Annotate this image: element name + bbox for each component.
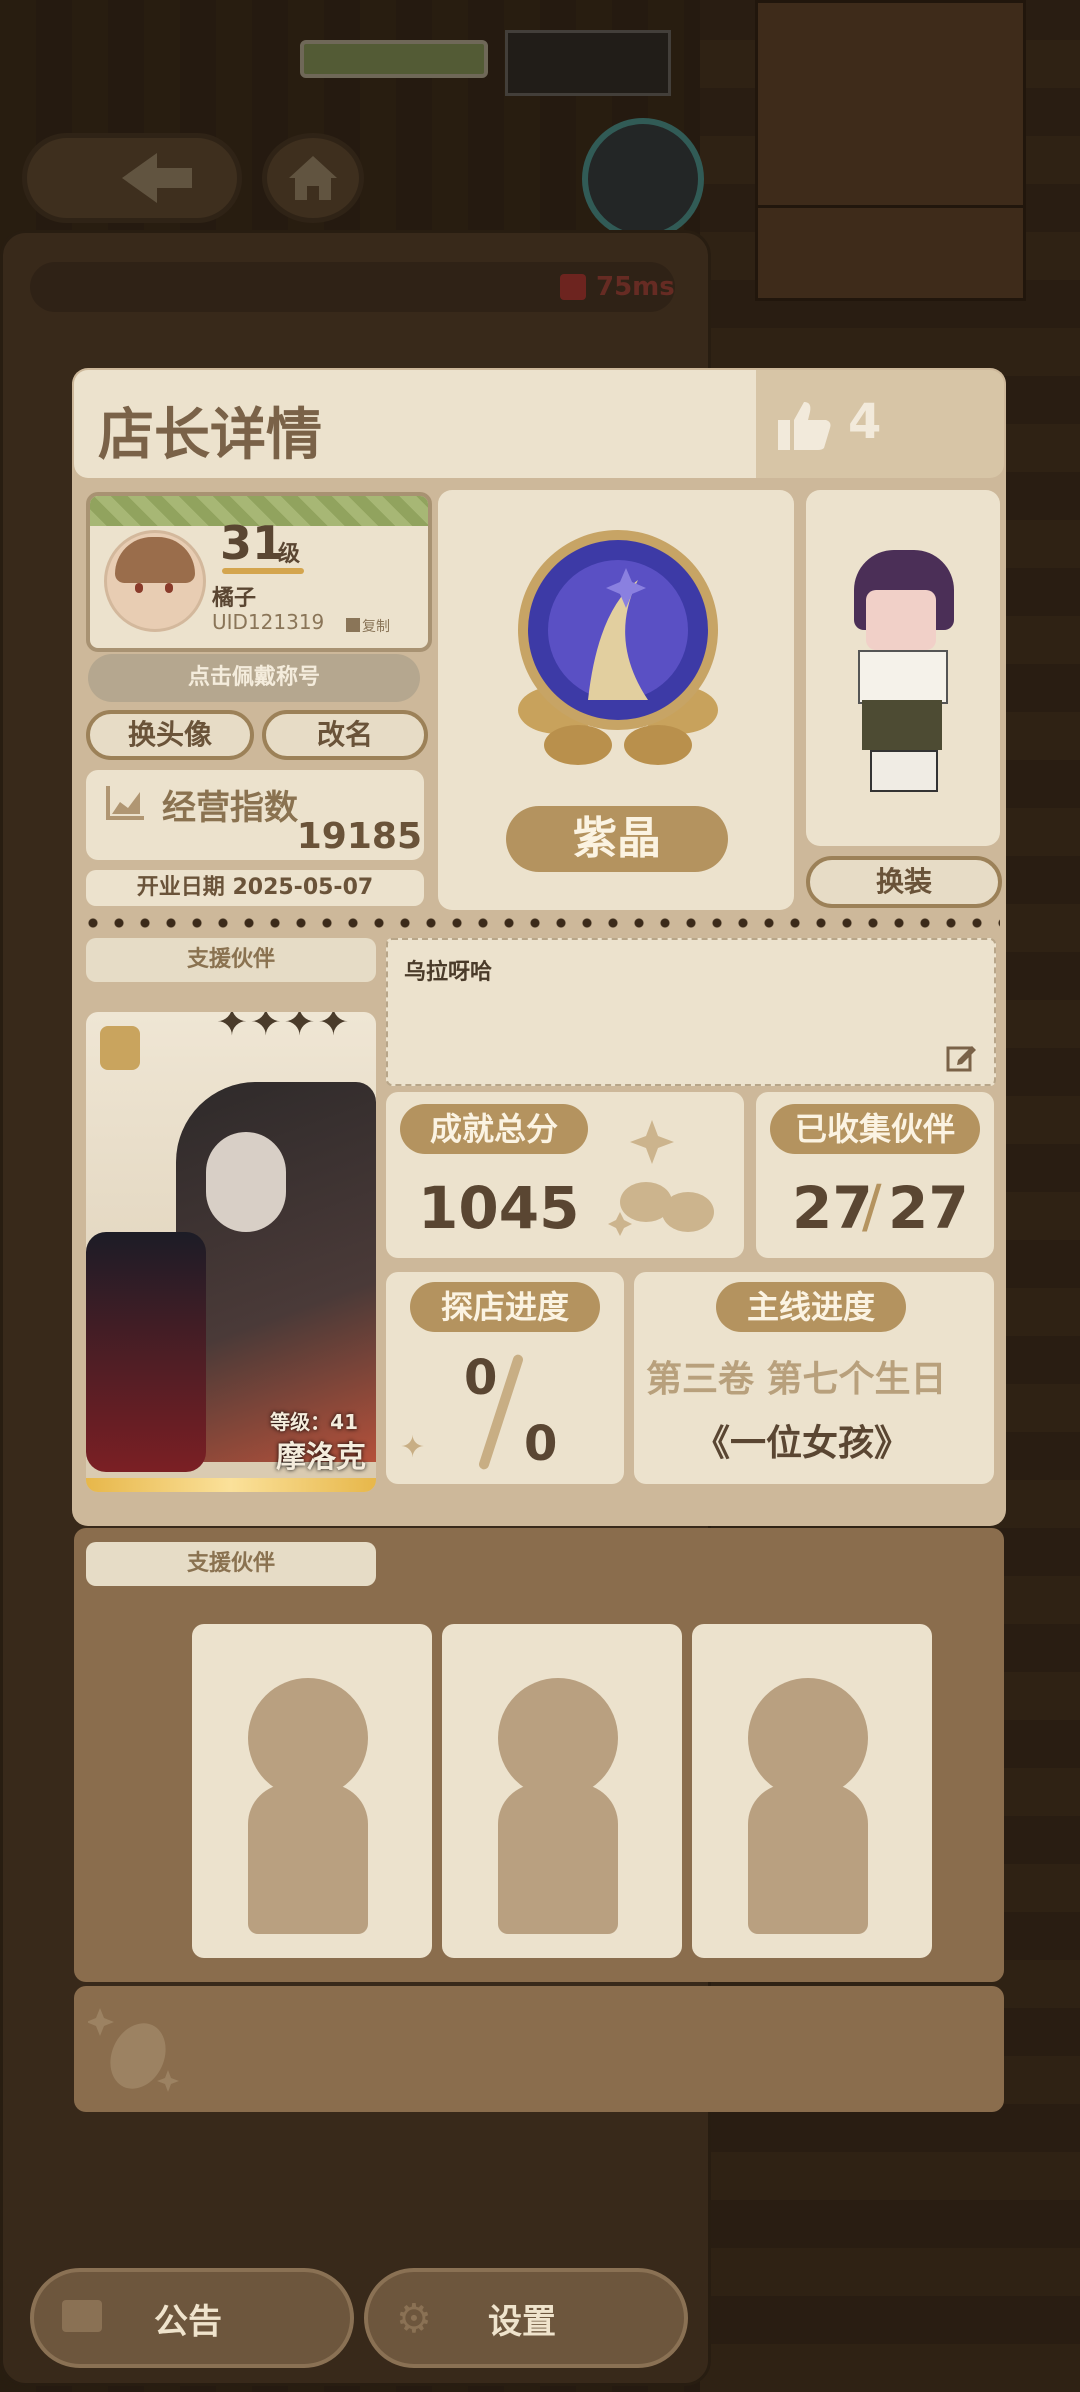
coffee-bean-icon	[608, 1120, 714, 1236]
extra-panel	[74, 1986, 1004, 2112]
signature-box[interactable]: 乌拉呀哈	[386, 938, 996, 1086]
header-bar: 店长详情	[74, 370, 756, 478]
open-date: 开业日期 2025-05-07	[86, 870, 424, 906]
gear-icon: ⚙	[396, 2296, 432, 2342]
sparkle-icon: ✦	[400, 1430, 426, 1465]
edit-icon[interactable]	[946, 1042, 978, 1072]
like-button[interactable]: 4	[756, 370, 1004, 478]
support-slots-tab: 支援伙伴	[86, 1542, 376, 1586]
story-title: 《一位女孩》	[694, 1423, 911, 1464]
empty-slot-silhouette-icon	[748, 1678, 868, 1798]
partner-pixel-sprite	[86, 1232, 206, 1472]
element-icon	[100, 1026, 140, 1070]
support-slot-3[interactable]	[692, 1624, 932, 1958]
support-partner-card[interactable]: ✦✦✦✦ 等级：41 摩洛克	[86, 1012, 376, 1492]
partner-face	[206, 1132, 286, 1232]
notice-icon	[62, 2300, 102, 2332]
story-chapter: 第三卷 第七个生日	[646, 1359, 947, 1400]
empty-slot-silhouette-icon	[498, 1678, 618, 1798]
support-slot-2[interactable]	[442, 1624, 682, 1958]
page-title: 店长详情	[98, 403, 322, 468]
profile-card: 31 级 橘子 UID121319 复制	[86, 492, 432, 652]
character-legs	[870, 750, 938, 792]
avatar[interactable]	[104, 530, 206, 632]
signature-text: 乌拉呀哈	[404, 960, 493, 985]
settings-label: 设置	[488, 2302, 556, 2342]
collected-card: 已收集伙伴 27 / 27	[756, 1092, 994, 1258]
change-avatar-button[interactable]: 换头像	[86, 710, 254, 760]
explore-current: 0	[464, 1350, 498, 1406]
achievement-value: 1045	[418, 1174, 580, 1242]
explore-label: 探店进度	[410, 1282, 600, 1332]
achievement-label: 成就总分	[400, 1104, 588, 1154]
chart-icon	[106, 786, 144, 820]
partner-level: 等级：41	[270, 1410, 358, 1434]
business-index-value: 19185	[296, 816, 422, 857]
collected-count: 27	[792, 1174, 873, 1242]
title-button[interactable]: 点击佩戴称号	[88, 654, 420, 702]
notice-label: 公告	[154, 2302, 222, 2342]
star-rating: ✦✦✦✦	[216, 1012, 352, 1044]
partner-rarity-bar	[86, 1478, 376, 1492]
rename-button[interactable]: 改名	[262, 710, 428, 760]
story-card: 主线进度 第三卷 第七个生日 《一位女孩》	[634, 1272, 994, 1484]
outfit-button[interactable]: 换装	[806, 856, 1002, 908]
collected-label: 已收集伙伴	[770, 1104, 980, 1154]
copy-icon	[346, 618, 360, 632]
level-bar	[222, 568, 304, 574]
business-index-label: 经营指数	[162, 788, 298, 828]
amethyst-rank-badge-icon	[518, 530, 718, 765]
story-label: 主线进度	[716, 1282, 906, 1332]
character-skirt	[862, 700, 942, 750]
avatar-hair	[115, 537, 195, 583]
business-index-card: 经营指数 19185	[86, 770, 424, 860]
level-unit: 级	[278, 542, 301, 567]
support-slot-1[interactable]	[192, 1624, 432, 1958]
explore-card: 探店进度 0 0 ✦	[386, 1272, 624, 1484]
empty-slot-silhouette-icon	[248, 1678, 368, 1798]
notice-button[interactable]: 公告	[30, 2268, 354, 2368]
level-number: 31	[220, 516, 285, 570]
collected-total: 27	[888, 1174, 969, 1242]
like-count: 4	[848, 394, 882, 450]
achievement-card: 成就总分 1045	[386, 1092, 744, 1258]
settings-button[interactable]: ⚙ 设置	[364, 2268, 688, 2368]
partner-name: 摩洛克	[276, 1440, 366, 1475]
player-name: 橘子	[212, 586, 257, 611]
character-face	[866, 590, 936, 650]
character-shirt	[858, 650, 948, 704]
support-partner-tab: 支援伙伴	[86, 938, 376, 982]
explore-total: 0	[524, 1416, 558, 1472]
outfit-card	[806, 490, 1000, 846]
partner-portrait	[176, 1082, 376, 1462]
rank-name: 紫晶	[506, 806, 728, 872]
player-uid: UID121319	[212, 610, 325, 634]
coffee-bean-watermark-icon	[88, 2008, 179, 2092]
ticket-divider	[80, 918, 1000, 928]
collected-separator: /	[862, 1172, 882, 1240]
copy-button[interactable]: 复制	[362, 616, 390, 636]
thumbs-up-icon	[778, 402, 831, 450]
rank-card: 紫晶	[438, 490, 794, 910]
